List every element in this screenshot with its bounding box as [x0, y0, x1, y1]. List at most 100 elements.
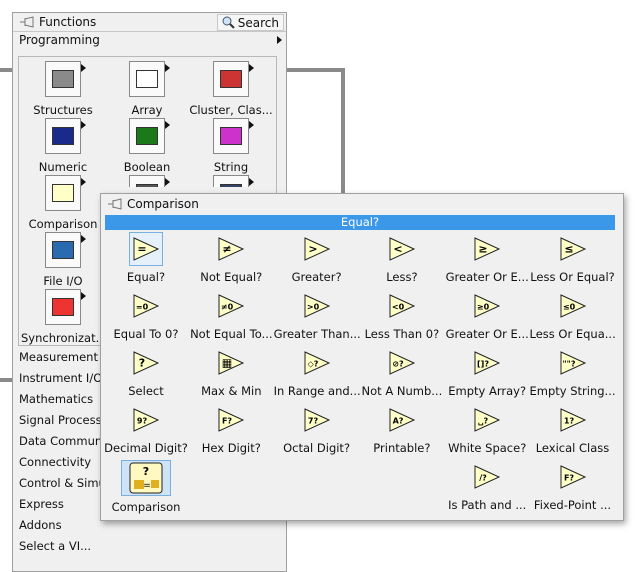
wire: [341, 68, 345, 194]
function-not-equal-to[interactable]: ≠0 Not Equal To...: [188, 289, 274, 341]
function-label: Greater Than...: [273, 327, 361, 341]
comparison-express-icon: ? =: [121, 460, 171, 496]
comparison-function-icon: ▦: [214, 346, 248, 380]
comparison-function-icon: ≥: [470, 232, 504, 266]
svg-text:1?: 1?: [563, 417, 574, 426]
subpalette-comparison[interactable]: Comparison: [21, 175, 105, 231]
subpalette-array[interactable]: Array: [105, 61, 189, 117]
pin-icon[interactable]: [19, 16, 35, 28]
comparison-function-icon: A?: [385, 403, 419, 437]
comparison-function-icon: ≤: [556, 232, 590, 266]
comparison-function-icon: ⊘?: [385, 346, 419, 380]
svg-text:9?: 9?: [137, 417, 148, 426]
function-is-path-and[interactable]: /? Is Path and ...: [444, 460, 530, 512]
function-lexical-class[interactable]: 1? Lexical Class: [530, 403, 616, 455]
palette-title: Functions: [39, 15, 97, 29]
function-empty-array[interactable]: []? Empty Array?: [444, 346, 530, 398]
subpalette-structures[interactable]: Structures: [21, 61, 105, 117]
svg-text:≥0: ≥0: [477, 303, 490, 312]
category-item[interactable]: Connectivity: [19, 455, 91, 469]
function-less-or-equal[interactable]: ≤ Less Or Equal?: [530, 232, 616, 284]
comparison-titlebar[interactable]: Comparison: [101, 194, 623, 214]
function-less-or-equa[interactable]: ≤0 Less Or Equa...: [530, 289, 616, 341]
function-label: Max & Min: [201, 384, 262, 398]
array-icon: [129, 61, 170, 97]
function-printable[interactable]: A? Printable?: [359, 403, 445, 455]
search-icon: [222, 16, 235, 29]
search-button[interactable]: Search: [216, 14, 284, 31]
function-less[interactable]: < Less?: [359, 232, 445, 284]
category-item[interactable]: Signal Processi: [19, 413, 105, 427]
comparison-function-icon: ≠0: [214, 289, 248, 323]
function-not-a-numb[interactable]: ⊘? Not A Numb...: [359, 346, 445, 398]
pin-icon[interactable]: [107, 198, 123, 210]
comparison-function-icon: =: [129, 232, 163, 266]
function-label: Decimal Digit?: [104, 441, 188, 455]
function-greater-or-e[interactable]: ≥0 Greater Or E...: [444, 289, 530, 341]
function-hex-digit[interactable]: F? Hex Digit?: [188, 403, 274, 455]
function-greater-or-e[interactable]: ≥ Greater Or E...: [444, 232, 530, 284]
function-greater[interactable]: > Greater?: [274, 232, 360, 284]
numeric-icon: [45, 118, 86, 154]
function-label: Not A Numb...: [361, 384, 443, 398]
function-in-range-and[interactable]: ◇? In Range and...: [274, 346, 361, 398]
subpalette-label: Structures: [33, 103, 93, 117]
svg-text:≠: ≠: [223, 243, 232, 256]
subpalette-boolean[interactable]: Boolean: [105, 118, 189, 174]
comparison-function-icon: >: [300, 232, 334, 266]
comparison-function-icon: /?: [470, 460, 504, 494]
subpalette-synchronizat[interactable]: Synchronizat...: [21, 289, 107, 345]
category-item[interactable]: Addons: [19, 518, 62, 532]
category-item[interactable]: Measurement I: [19, 350, 105, 364]
cluster-icon: [213, 61, 254, 97]
function-equal[interactable]: = Equal?: [103, 232, 189, 284]
function-white-space[interactable]: ␣? White Space?: [444, 403, 530, 455]
function-label: Less?: [386, 270, 418, 284]
wire: [285, 68, 345, 72]
function-decimal-digit[interactable]: 9? Decimal Digit?: [103, 403, 189, 455]
subpalette-label: Boolean: [123, 160, 171, 174]
category-item[interactable]: Select a VI...: [19, 539, 91, 553]
comparison-function-icon: F?: [556, 460, 590, 494]
category-item[interactable]: Control & Simu: [19, 476, 106, 490]
subpalette-numeric[interactable]: Numeric: [21, 118, 105, 174]
svg-text:?: ?: [143, 465, 149, 478]
category-item[interactable]: Instrument I/O: [19, 371, 102, 385]
subpalette-dialog-icon[interactable]: [189, 175, 273, 187]
comparison-function-icon: <0: [385, 289, 419, 323]
function-equal-to-0[interactable]: =0 Equal To 0?: [103, 289, 189, 341]
function-empty-string[interactable]: ""? Empty String...: [530, 346, 616, 398]
function-fixed-point[interactable]: F? Fixed-Point ...: [530, 460, 616, 512]
svg-text:◇?: ◇?: [307, 360, 318, 369]
function-label: Fixed-Point ...: [533, 498, 612, 512]
category-item[interactable]: Data Communi: [19, 434, 105, 448]
function-label: Not Equal To...: [190, 327, 273, 341]
function-label: Empty Array?: [448, 384, 527, 398]
boolean-icon: [129, 118, 170, 154]
function-octal-digit[interactable]: 7? Octal Digit?: [274, 403, 360, 455]
function-greater-than[interactable]: >0 Greater Than...: [273, 289, 361, 341]
programming-category[interactable]: Programming: [19, 33, 100, 47]
function-less-than-0[interactable]: <0 Less Than 0?: [359, 289, 445, 341]
subpalette-timing-icon[interactable]: [105, 175, 189, 187]
subpalette-string[interactable]: String: [189, 118, 273, 174]
function-label: Is Path and ...: [448, 498, 527, 512]
timing-icon: [129, 175, 170, 187]
category-item[interactable]: Express: [19, 497, 64, 511]
comparison-function-icon: ␣?: [470, 403, 504, 437]
search-label: Search: [237, 15, 279, 30]
subpalette-file-i-o[interactable]: File I/O: [21, 232, 105, 288]
function-label: Not Equal?: [200, 270, 263, 284]
function-select[interactable]: ? Select: [103, 346, 189, 398]
synchronization-icon: [45, 289, 86, 325]
subpalette-cluster-clas[interactable]: Cluster, Clas...: [189, 61, 273, 117]
function-label: Hex Digit?: [201, 441, 261, 455]
functions-titlebar[interactable]: Functions Search: [13, 13, 286, 32]
function-not-equal[interactable]: ≠ Not Equal?: [188, 232, 274, 284]
comparison-function-icon: 9?: [129, 403, 163, 437]
svg-text:⊘?: ⊘?: [392, 360, 404, 369]
function-max-min[interactable]: ▦ Max & Min: [188, 346, 274, 398]
svg-text:<0: <0: [392, 303, 405, 312]
category-item[interactable]: Mathematics: [19, 392, 93, 406]
function-comparison[interactable]: ? = Comparison: [103, 460, 189, 514]
